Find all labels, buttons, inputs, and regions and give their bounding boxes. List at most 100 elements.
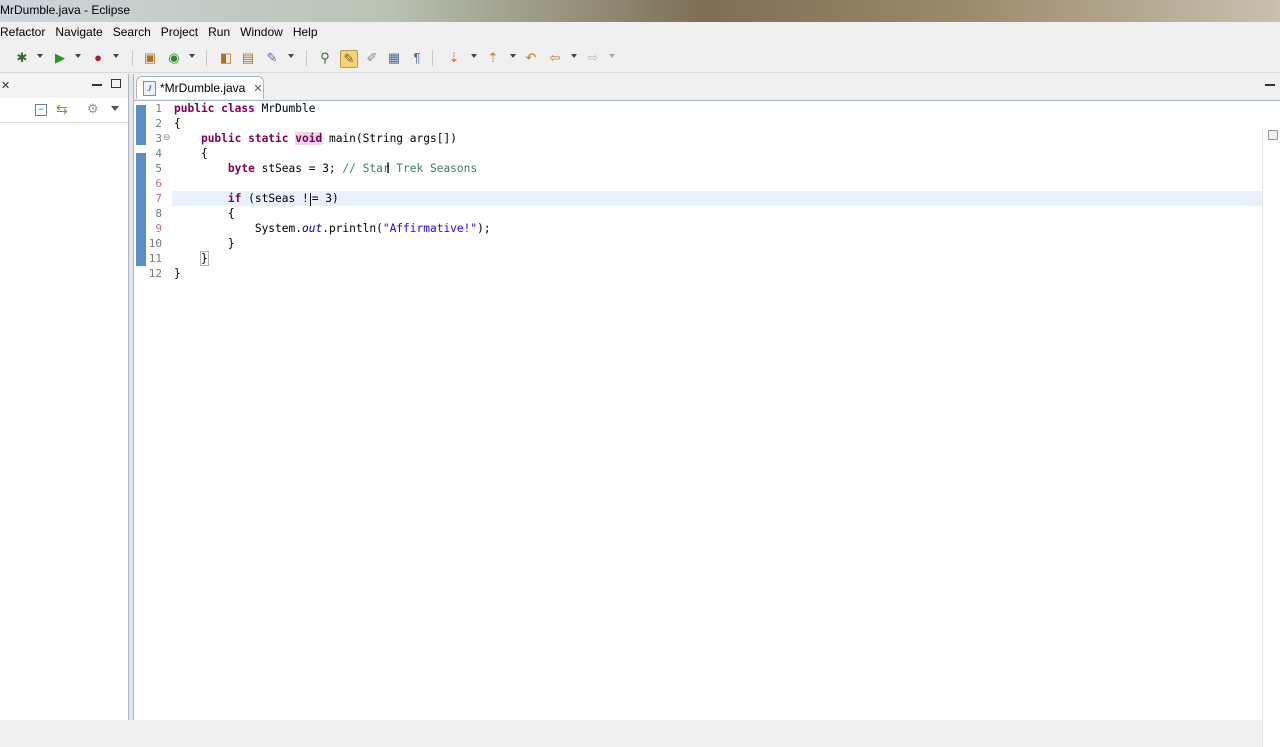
keyword: public class	[174, 102, 255, 115]
code-line-1: public class MrDumble	[174, 101, 315, 116]
static-field: out	[301, 222, 323, 235]
line-number: 8	[155, 207, 162, 220]
line-number: 2	[155, 117, 162, 130]
quick-diff-marker	[136, 105, 146, 145]
quick-diff-marker	[136, 153, 146, 266]
package-explorer-panel: ✕ − ⇆ ⚙	[0, 74, 129, 720]
new-java-project-icon[interactable]: ▣	[142, 50, 158, 66]
block-selection-icon[interactable]: ✐	[364, 50, 380, 66]
line-number: 12	[148, 267, 162, 280]
code-line-11: }	[174, 251, 209, 266]
code-line-8: {	[174, 206, 235, 221]
next-annotation-icon[interactable]: ⇣	[446, 50, 462, 66]
run-dropdown[interactable]	[75, 54, 81, 58]
forward-icon[interactable]: ⇨	[585, 50, 601, 66]
show-whitespace-icon[interactable]: ▦	[386, 50, 402, 66]
close-icon[interactable]: ✕	[1, 79, 10, 92]
link-with-editor-icon[interactable]: ⇆	[56, 101, 68, 118]
window-title-bar: MrDumble.java - Eclipse	[0, 0, 1280, 22]
debug-icon[interactable]: ✱	[14, 50, 30, 66]
run-icon[interactable]: ▶	[52, 50, 68, 66]
keyword: public static	[200, 132, 289, 145]
external-tools-icon[interactable]: ●	[90, 50, 106, 66]
fold-collapse-icon[interactable]: ⊖	[163, 133, 171, 143]
line-number: 3	[155, 132, 162, 145]
window-title: MrDumble.java - Eclipse	[0, 3, 131, 17]
text-caret	[309, 192, 311, 206]
open-task-icon[interactable]: ▤	[240, 50, 256, 66]
overview-status-icon	[1268, 130, 1278, 140]
previous-annotation-dropdown[interactable]	[510, 54, 516, 58]
menu-window[interactable]: Window	[240, 25, 291, 39]
code-text: );	[477, 222, 491, 235]
code-line-4: {	[174, 146, 208, 161]
toolbar-separator	[306, 50, 307, 66]
line-number: 9	[155, 222, 162, 235]
new-class-icon[interactable]: ◉	[166, 50, 182, 66]
minimize-icon[interactable]	[92, 84, 102, 86]
forward-dropdown[interactable]	[609, 54, 615, 58]
editor-minimize-icon[interactable]	[1265, 84, 1275, 86]
toggle-breadcrumb-icon[interactable]: ⚲	[317, 50, 333, 66]
search-icon[interactable]: ✎	[264, 50, 280, 66]
view-filter-icon[interactable]: ⚙	[87, 101, 99, 117]
menu-project[interactable]: Project	[161, 25, 206, 39]
line-number: 7	[155, 192, 162, 205]
toolbar-separator	[206, 50, 207, 66]
code-text: {	[200, 147, 208, 160]
back-icon[interactable]: ⇦	[547, 50, 563, 66]
collapse-all-icon[interactable]: −	[35, 104, 47, 116]
maximize-icon[interactable]	[111, 79, 121, 88]
code-text: stSeas = 3;	[254, 162, 343, 175]
line-number: 10	[148, 237, 162, 250]
debug-dropdown[interactable]	[37, 54, 43, 58]
code-text: main(String args[])	[322, 132, 457, 145]
menu-refactor[interactable]: Refactor	[0, 25, 53, 39]
view-menu-icon[interactable]	[111, 106, 119, 111]
code-editor[interactable]: 1 2 3 4 5 6 7 8 9 10 11 12 ⊖ public clas…	[134, 101, 1280, 747]
menu-run[interactable]: Run	[208, 25, 238, 39]
code-text: .println(	[322, 222, 383, 235]
code-text: {	[227, 207, 235, 220]
tab-title: *MrDumble.java	[160, 81, 246, 95]
menu-navigate[interactable]: Navigate	[55, 25, 110, 39]
code-line-3: public static void main(String args[])	[174, 131, 457, 146]
show-whitespace-chars-icon[interactable]: ¶	[409, 50, 425, 66]
last-edit-icon[interactable]: ↶	[523, 50, 539, 66]
previous-annotation-icon[interactable]: ⇡	[485, 50, 501, 66]
code-text: {	[174, 117, 181, 130]
toggle-mark-occurrences-icon[interactable]: ✎	[340, 50, 358, 68]
back-dropdown[interactable]	[571, 54, 577, 58]
line-number: 4	[155, 147, 162, 160]
keyword: void	[295, 132, 323, 145]
code-line-12: }	[174, 266, 181, 281]
code-line-10: }	[174, 236, 235, 251]
editor-tab-mrdumble[interactable]: J *MrDumble.java ✕	[136, 76, 264, 99]
search-dropdown[interactable]	[288, 54, 294, 58]
menu-help[interactable]: Help	[293, 25, 326, 39]
toolbar-separator	[132, 50, 133, 66]
code-text: }	[227, 237, 235, 250]
next-annotation-dropdown[interactable]	[471, 54, 477, 58]
mouse-ibeam-cursor: I	[386, 161, 391, 177]
code-line-2: {	[174, 116, 181, 131]
open-type-icon[interactable]: ◧	[218, 50, 234, 66]
package-explorer-toolbar: − ⇆ ⚙	[0, 98, 128, 123]
external-tools-dropdown[interactable]	[113, 54, 119, 58]
code-text: MrDumble	[254, 102, 316, 115]
menu-search[interactable]: Search	[113, 25, 159, 39]
line-number: 11	[148, 252, 162, 265]
editor-tab-bar: J *MrDumble.java ✕	[134, 74, 1280, 101]
code-text: }	[174, 267, 181, 280]
code-text: System.	[254, 222, 302, 235]
package-explorer-header: ✕	[0, 74, 128, 99]
tab-close-icon[interactable]: ✕	[253, 82, 262, 95]
line-number: 1	[155, 102, 162, 115]
keyword: byte	[227, 162, 255, 175]
new-class-dropdown[interactable]	[189, 54, 195, 58]
keyword: if	[227, 192, 242, 205]
overview-ruler[interactable]	[1262, 128, 1280, 747]
matching-bracket: }	[199, 251, 209, 266]
line-number: 6	[155, 177, 162, 190]
java-file-icon: J	[143, 80, 156, 96]
